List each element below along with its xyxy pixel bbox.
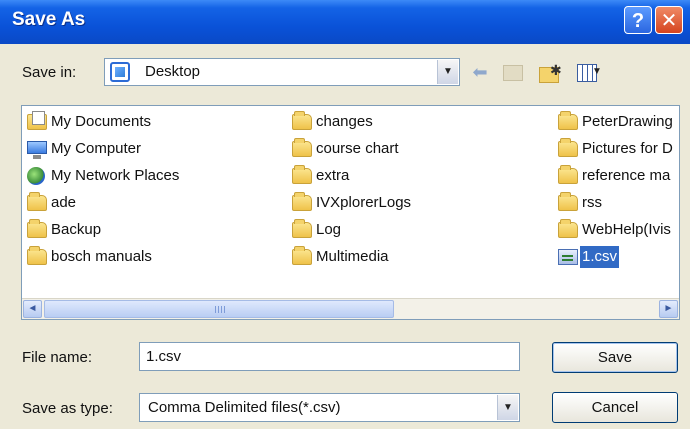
- folder-icon: [292, 111, 312, 130]
- list-item-label: Pictures for D: [582, 140, 673, 157]
- list-item-label: 1.csv: [580, 246, 620, 268]
- chevron-down-icon[interactable]: ▼: [437, 60, 458, 84]
- cancel-button[interactable]: Cancel: [552, 392, 678, 423]
- list-item-label: WebHelp(Ivis: [582, 221, 671, 238]
- save-as-type-label: Save as type:: [22, 400, 113, 417]
- up-folder-icon[interactable]: [500, 60, 526, 84]
- desktop-icon: [110, 62, 130, 82]
- list-item-label: changes: [316, 113, 373, 130]
- folder-icon: [558, 219, 578, 238]
- list-item-label: reference ma: [582, 167, 671, 184]
- list-item-label: Log: [316, 221, 342, 238]
- list-item-label: ade: [51, 194, 77, 211]
- list-item-label: bosch manuals: [51, 248, 152, 265]
- folder-icon: [27, 219, 47, 238]
- scroll-left-button[interactable]: ◄: [23, 300, 42, 318]
- save-in-combobox[interactable]: Desktop ▼: [104, 58, 460, 86]
- folder-icon: [27, 192, 47, 211]
- file-name-label: File name:: [22, 349, 93, 366]
- list-item-label: My Documents: [51, 113, 152, 130]
- network-icon: [27, 167, 45, 185]
- list-item-label: Multimedia: [316, 248, 389, 265]
- file-name-field[interactable]: [139, 342, 520, 371]
- list-item-label: course chart: [316, 140, 399, 157]
- save-as-dialog: Save As ? ✕ Save in: Desktop ▼ ⬅ ✱ ▼ My …: [0, 0, 690, 429]
- scroll-right-button[interactable]: ►: [659, 300, 678, 318]
- file-list[interactable]: My Documents My Computer My Network Plac…: [21, 105, 680, 320]
- window-title: Save As: [12, 9, 86, 30]
- computer-icon: [27, 141, 47, 159]
- folder-icon: [292, 138, 312, 157]
- folder-icon: [292, 246, 312, 265]
- list-item-label: PeterDrawing: [582, 113, 673, 130]
- folder-icon: [558, 165, 578, 184]
- list-item-label: My Computer: [51, 140, 142, 157]
- save-in-label: Save in:: [22, 64, 77, 81]
- folder-icon: [558, 111, 578, 130]
- chevron-down-icon[interactable]: ▼: [497, 395, 518, 420]
- documents-icon: [27, 111, 47, 130]
- new-folder-icon[interactable]: ✱: [534, 60, 564, 84]
- save-as-type-value: Comma Delimited files(*.csv): [148, 399, 341, 416]
- close-button[interactable]: ✕: [655, 6, 683, 34]
- save-as-type-select[interactable]: Comma Delimited files(*.csv) ▼: [139, 393, 520, 422]
- list-item-label: rss: [582, 194, 602, 211]
- scroll-thumb[interactable]: [44, 300, 394, 318]
- folder-icon: [292, 192, 312, 211]
- folder-icon: [558, 138, 578, 157]
- list-item-label: IVXplorerLogs: [316, 194, 412, 211]
- help-button[interactable]: ?: [624, 6, 652, 34]
- views-menu-icon[interactable]: ▼: [570, 60, 604, 84]
- save-in-value: Desktop: [145, 63, 201, 80]
- folder-icon: [292, 219, 312, 238]
- back-icon[interactable]: ⬅: [468, 60, 492, 84]
- horizontal-scrollbar[interactable]: ◄ ►: [22, 298, 679, 319]
- folder-icon: [27, 246, 47, 265]
- title-bar[interactable]: Save As ? ✕: [0, 0, 690, 44]
- list-item-label: Backup: [51, 221, 102, 238]
- folder-icon: [558, 192, 578, 211]
- list-item-label: extra: [316, 167, 350, 184]
- csv-file-icon: [558, 249, 578, 265]
- list-item-label: My Network Places: [51, 167, 180, 184]
- save-button[interactable]: Save: [552, 342, 678, 373]
- folder-icon: [292, 165, 312, 184]
